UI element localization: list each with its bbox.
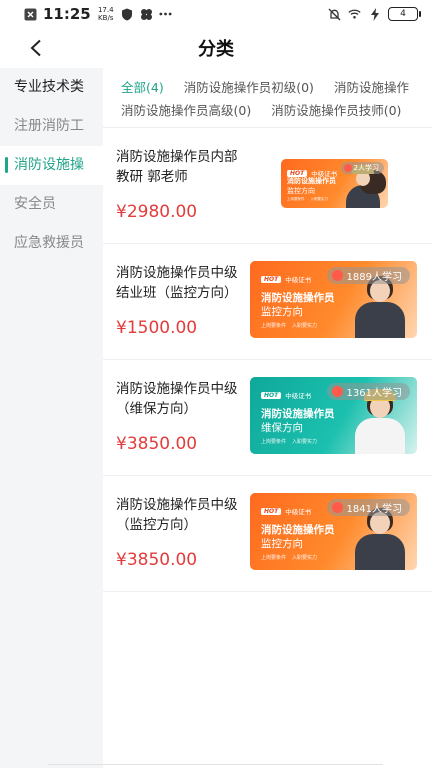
- filter-chip-intermediate[interactable]: 消防设施操作: [334, 77, 409, 96]
- learner-count-badge: 1841人学习: [326, 499, 410, 516]
- fire-icon: [331, 502, 343, 513]
- course-price: ¥3850.00: [116, 434, 198, 454]
- battery-indicator: 4: [388, 7, 421, 21]
- fire-icon: [331, 386, 343, 397]
- back-button[interactable]: [22, 34, 50, 62]
- network-speed-unit: KB/s: [98, 14, 114, 22]
- thumb-bullet: 入职要实力: [310, 197, 329, 201]
- thumb-title: 消防设施操作员: [261, 524, 335, 536]
- course-price: ¥3850.00: [116, 550, 198, 570]
- course-thumbnail: HOT 中级证书 消防设施操作员 监控方向 上岗要条件 入职要实力 2人学习: [281, 159, 388, 208]
- thumb-bullet: 入职要实力: [292, 323, 318, 329]
- course-card[interactable]: 消防设施操作员内部教研 郭老师 ¥2980.00 HOT 中级证书 消防设施操作员…: [103, 128, 432, 244]
- learner-count-badge: 1889人学习: [326, 267, 410, 284]
- category-sidebar: 专业技术类 注册消防工 消防设施操 安全员 应急救援员: [0, 68, 103, 768]
- learner-count-badge: 1361人学习: [326, 383, 410, 400]
- filter-chip-technician[interactable]: 消防设施操作员技师(0): [271, 100, 401, 119]
- course-card[interactable]: 消防设施操作员中级结业班（监控方向） ¥1500.00 HOT 中级证书 消防设施…: [103, 244, 432, 360]
- page-title: 分类: [198, 39, 234, 60]
- filter-chip-all[interactable]: 全部(4): [121, 77, 164, 96]
- level-label: 中级证书: [285, 508, 312, 516]
- level-label: 中级证书: [285, 392, 312, 400]
- thumb-direction: 维保方向: [261, 422, 303, 434]
- course-thumbnail: HOT 中级证书 消防设施操作员 维保方向 上岗要条件 入职要实力 1361人学习: [250, 377, 417, 454]
- hot-tag: HOT: [261, 507, 282, 515]
- thumb-bullet: 上岗要条件: [287, 197, 305, 201]
- learner-count-badge: 2人学习: [340, 162, 384, 174]
- sidebar-item-fire-facility[interactable]: 消防设施操: [0, 146, 103, 185]
- thumb-title: 消防设施操作员: [261, 408, 335, 420]
- learner-count: 2人学习: [353, 164, 379, 172]
- course-title: 消防设施操作员中级（维保方向）: [116, 381, 238, 417]
- bottom-edge-hint: [48, 764, 383, 768]
- course-price: ¥2980.00: [116, 202, 198, 222]
- course-content: 全部(4) 消防设施操作员初级(0) 消防设施操作 消防设施操作员高级(0) 消…: [103, 68, 432, 768]
- shield-icon: [121, 8, 134, 21]
- mute-bell-icon: [328, 8, 341, 21]
- learner-count: 1361人学习: [346, 388, 402, 399]
- thumb-bullet: 上岗要条件: [261, 323, 287, 329]
- fire-icon: [343, 164, 352, 172]
- thumb-direction: 监控方向: [261, 538, 303, 550]
- filter-chip-junior[interactable]: 消防设施操作员初级(0): [184, 77, 314, 96]
- hot-tag: HOT: [261, 391, 282, 399]
- course-title: 消防设施操作员内部教研 郭老师: [116, 149, 238, 185]
- course-thumbnail: HOT 中级证书 消防设施操作员 监控方向 上岗要条件 入职要实力 1889人学习: [250, 261, 417, 338]
- status-time: 11:25: [43, 5, 91, 23]
- status-bar: 11:25 17.4 KB/s 4: [0, 0, 432, 28]
- hot-tag: HOT: [261, 275, 282, 283]
- close-notification-icon: [24, 8, 37, 21]
- sidebar-header[interactable]: 专业技术类: [0, 68, 103, 107]
- course-thumbnail: HOT 中级证书 消防设施操作员 监控方向 上岗要条件 入职要实力 1841人学习: [250, 493, 417, 570]
- nav-bar: 分类: [0, 28, 432, 68]
- filter-row: 消防设施操作员高级(0) 消防设施操作员技师(0): [103, 98, 432, 121]
- thumb-title: 消防设施操作员: [287, 177, 336, 185]
- course-card[interactable]: 消防设施操作员中级（维保方向） ¥3850.00 HOT 中级证书 消防设施操作员…: [103, 360, 432, 476]
- fire-icon: [331, 270, 343, 281]
- sidebar-item-fire-engineer[interactable]: 注册消防工: [0, 107, 103, 146]
- sidebar-item-rescue[interactable]: 应急救援员: [0, 224, 103, 263]
- filter-row: 全部(4) 消防设施操作员初级(0) 消防设施操作: [103, 75, 432, 98]
- thumb-bullet: 入职要实力: [292, 555, 318, 561]
- fan-app-icon: [140, 8, 153, 21]
- course-card[interactable]: 消防设施操作员中级（监控方向） ¥3850.00 HOT 中级证书 消防设施操作员…: [103, 476, 432, 592]
- charging-bolt-icon: [368, 7, 381, 21]
- thumb-bullet: 上岗要条件: [261, 439, 287, 445]
- more-dots-icon: [159, 8, 172, 21]
- thumb-bullet: 上岗要条件: [261, 555, 287, 561]
- course-title: 消防设施操作员中级（监控方向）: [116, 497, 238, 533]
- thumb-title: 消防设施操作员: [261, 292, 335, 304]
- filter-chip-senior[interactable]: 消防设施操作员高级(0): [121, 100, 251, 119]
- chevron-left-icon: [30, 39, 41, 57]
- course-price: ¥1500.00: [116, 318, 198, 338]
- thumb-bullet: 入职要实力: [292, 439, 318, 445]
- sidebar-item-safety-officer[interactable]: 安全员: [0, 185, 103, 224]
- learner-count: 1889人学习: [346, 272, 402, 283]
- network-speed: 17.4 KB/s: [97, 6, 115, 22]
- course-title: 消防设施操作员中级结业班（监控方向）: [116, 265, 238, 301]
- thumb-direction: 监控方向: [287, 187, 315, 195]
- wifi-icon: [348, 8, 361, 21]
- network-speed-value: 17.4: [97, 6, 114, 14]
- thumb-direction: 监控方向: [261, 306, 303, 318]
- learner-count: 1841人学习: [346, 504, 402, 515]
- level-label: 中级证书: [285, 276, 312, 284]
